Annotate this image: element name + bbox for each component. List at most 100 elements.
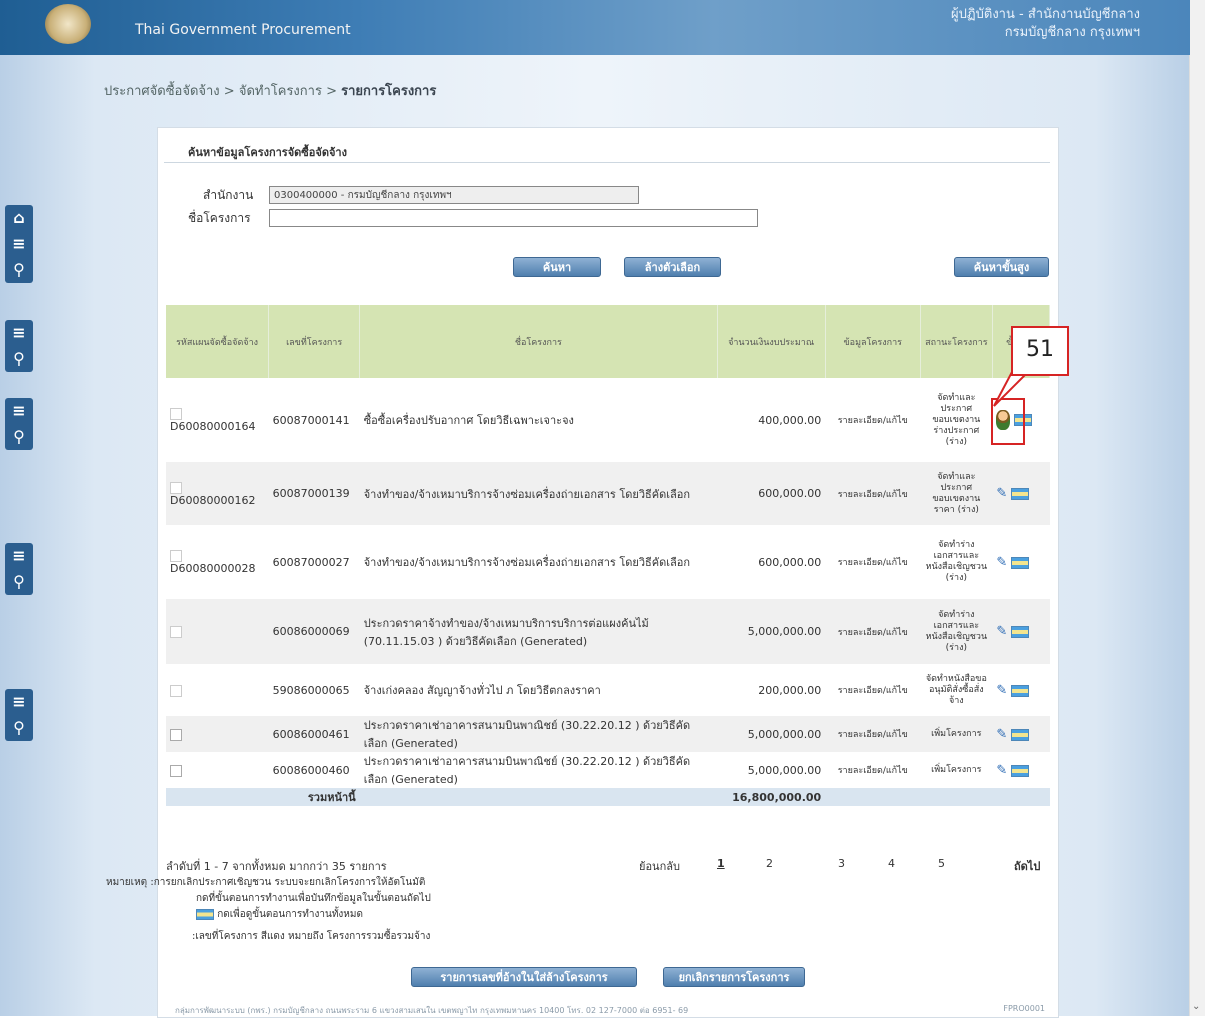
- search-icon[interactable]: ⚲: [5, 424, 33, 450]
- row-checkbox[interactable]: [170, 684, 182, 697]
- detail-link[interactable]: รายละเอียด/แก้ไข: [825, 599, 920, 664]
- user-line1: ผู้ปฏิบัติงาน - สำนักงานบัญชีกลาง: [951, 7, 1140, 22]
- row-checkbox[interactable]: [170, 550, 182, 562]
- search-icon[interactable]: ⚲: [5, 569, 33, 595]
- sidebar-group-3: ≡ ⚲: [5, 398, 33, 450]
- office-field[interactable]: 0300400000 - กรมบัญชีกลาง กรุงเทพฯ: [269, 186, 639, 204]
- page-3[interactable]: 3: [838, 857, 845, 870]
- detail-link[interactable]: รายละเอียด/แก้ไข: [825, 664, 920, 716]
- project-no: 60086000460: [272, 763, 350, 777]
- table-row: D60080000028 60087000027 จ้างทำของ/จ้างเ…: [166, 525, 1050, 599]
- search-icon[interactable]: ⚲: [5, 715, 33, 741]
- pagination-summary: ลำดับที่ 1 - 7 จากทั้งหมด มากกว่า 35 ราย…: [166, 860, 387, 873]
- divider: [164, 162, 1050, 163]
- menu-icon[interactable]: ≡: [5, 398, 33, 424]
- detail-link[interactable]: รายละเอียด/แก้ไข: [825, 752, 920, 788]
- clear-button[interactable]: ล้างตัวเลือก: [624, 257, 721, 277]
- project-status: จัดทำและประกาศ ขอบเขตงาน ราคา (ร่าง): [932, 471, 981, 515]
- search-icon[interactable]: ⚲: [5, 257, 33, 283]
- breadcrumb-item-procurement[interactable]: ประกาศจัดซื้อจัดจ้าง: [104, 84, 220, 99]
- project-no: 60087000141: [272, 413, 350, 427]
- edit-step-icon[interactable]: ✎: [996, 763, 1007, 778]
- page-2[interactable]: 2: [766, 857, 773, 870]
- project-name-label: ชื่อโครงการ: [188, 211, 251, 225]
- table-row: 60086000461 ประกวดราคาเช่าอาคารสนามบินพา…: [166, 716, 1050, 752]
- site-title: Thai Government Procurement: [135, 22, 351, 38]
- search-button[interactable]: ค้นหา: [513, 257, 601, 277]
- detail-link[interactable]: รายละเอียด/แก้ไข: [825, 716, 920, 752]
- home-icon[interactable]: ⌂: [5, 205, 33, 231]
- breadcrumb-current: รายการโครงการ: [341, 84, 437, 99]
- user-info: ผู้ปฏิบัติงาน - สำนักงานบัญชีกลาง กรมบัญ…: [951, 6, 1140, 42]
- project-no: 60086000069: [272, 625, 350, 638]
- project-name: ประกวดราคาจ้างทำของ/จ้างเหมาบริการบริการ…: [363, 616, 649, 648]
- all-steps-icon[interactable]: [1010, 684, 1029, 697]
- plan-no: D60080000164: [170, 420, 256, 433]
- project-no: 60087000139: [272, 487, 350, 500]
- project-no: 60087000027: [272, 555, 350, 569]
- detail-link[interactable]: รายละเอียด/แก้ไข: [825, 378, 920, 462]
- pin-step-icon[interactable]: ✎: [996, 486, 1007, 501]
- sidebar-group-main: ⌂ ≡ ⚲: [5, 205, 33, 283]
- edit-step-icon[interactable]: ✎: [996, 727, 1007, 742]
- detail-link[interactable]: รายละเอียด/แก้ไข: [825, 525, 920, 599]
- all-steps-icon[interactable]: [1010, 626, 1029, 638]
- pin-step-icon[interactable]: ✎: [996, 624, 1007, 639]
- row-checkbox[interactable]: [170, 408, 182, 420]
- footer: กลุ่มการพัฒนาระบบ (กพร.) กรมบัญชีกลาง ถน…: [175, 1004, 1045, 1017]
- total-row: รวมหน้านี้ 16,800,000.00: [166, 788, 1050, 806]
- note-line3: กดเพื่อดูขั้นตอนการทำงานทั้งหมด: [196, 907, 363, 922]
- row-checkbox[interactable]: [170, 481, 182, 494]
- breadcrumb: ประกาศจัดซื้อจัดจ้าง > จัดทำโครงการ > รา…: [104, 84, 437, 99]
- edit-step-icon[interactable]: ✎: [996, 683, 1007, 698]
- menu-icon[interactable]: ≡: [5, 543, 33, 569]
- menu-icon[interactable]: ≡: [5, 689, 33, 715]
- project-name-input[interactable]: [269, 209, 758, 227]
- all-steps-icon[interactable]: [1010, 556, 1029, 569]
- project-status: เพิ่มโครงการ: [931, 764, 982, 775]
- note-line1: หมายเหตุ :การยกเลิกประกาศเชิญชวน ระบบจะย…: [106, 877, 426, 888]
- menu-icon[interactable]: ≡: [5, 231, 33, 257]
- project-no: 59086000065: [272, 683, 350, 697]
- total-label: รวมหน้านี้: [307, 791, 356, 804]
- reference-list-button[interactable]: รายการเลขที่อ้างในใส่ล้างโครงการ: [411, 967, 637, 987]
- budget: 5,000,000.00: [747, 625, 822, 638]
- page-1[interactable]: 1: [717, 857, 725, 870]
- all-steps-icon[interactable]: [1010, 764, 1029, 777]
- vertical-scrollbar[interactable]: ⌄: [1189, 0, 1205, 1016]
- project-name: ประกวดราคาเช่าอาคารสนามบินพาณิชย์ (30.22…: [363, 755, 691, 786]
- pin-step-icon[interactable]: ✎: [996, 555, 1007, 570]
- table-header-row: รหัสแผนจัดซื้อจัดจ้าง เลขที่โครงการ ชื่อ…: [166, 305, 1051, 378]
- row-checkbox[interactable]: [170, 728, 182, 741]
- budget: 5,000,000.00: [747, 763, 822, 777]
- budget: 600,000.00: [758, 555, 822, 569]
- project-status: จัดทำร่างเอกสารและหนังสือเชิญชวน (ร่าง): [925, 609, 988, 653]
- menu-icon[interactable]: ≡: [5, 320, 33, 346]
- note-line4: :เลขที่โครงการ สีแดง หมายถึง โครงการรวมซ…: [192, 931, 431, 942]
- advanced-search-button[interactable]: ค้นหาขั้นสูง: [954, 257, 1049, 277]
- detail-link[interactable]: รายละเอียด/แก้ไข: [825, 462, 920, 525]
- col-project-no: เลขที่โครงการ: [268, 305, 361, 378]
- cancel-project-button[interactable]: ยกเลิกรายการโครงการ: [663, 967, 805, 987]
- all-steps-icon[interactable]: [1010, 488, 1029, 500]
- project-no: 60086000461: [272, 727, 350, 741]
- search-icon[interactable]: ⚲: [5, 346, 33, 372]
- breadcrumb-item-make-project[interactable]: จัดทำโครงการ: [239, 84, 322, 99]
- budget: 200,000.00: [758, 683, 822, 697]
- pagination-prev[interactable]: ย้อนกลับ: [639, 857, 680, 875]
- emblem-logo: [45, 4, 91, 44]
- sidebar-group-2: ≡ ⚲: [5, 320, 33, 372]
- table-row: 59086000065 จ้างเก่งคลอง สัญญาจ้างทั่วไป…: [166, 664, 1050, 716]
- page-4[interactable]: 4: [888, 857, 895, 870]
- scroll-down-icon[interactable]: ⌄: [1192, 1001, 1200, 1012]
- callout-label: 51: [1011, 326, 1069, 376]
- all-steps-icon[interactable]: [1010, 728, 1029, 741]
- project-status: จัดทำร่างเอกสารและหนังสือเชิญชวน (ร่าง): [925, 540, 988, 583]
- footer-address: กลุ่มการพัฒนาระบบ (กพร.) กรมบัญชีกลาง ถน…: [175, 1006, 689, 1015]
- project-status: เพิ่มโครงการ: [931, 728, 982, 739]
- row-checkbox[interactable]: [170, 764, 182, 777]
- col-info: ข้อมูลโครงการ: [825, 305, 921, 378]
- page-5[interactable]: 5: [938, 857, 945, 870]
- pagination-next[interactable]: ถัดไป: [1014, 857, 1040, 875]
- row-checkbox[interactable]: [170, 626, 182, 638]
